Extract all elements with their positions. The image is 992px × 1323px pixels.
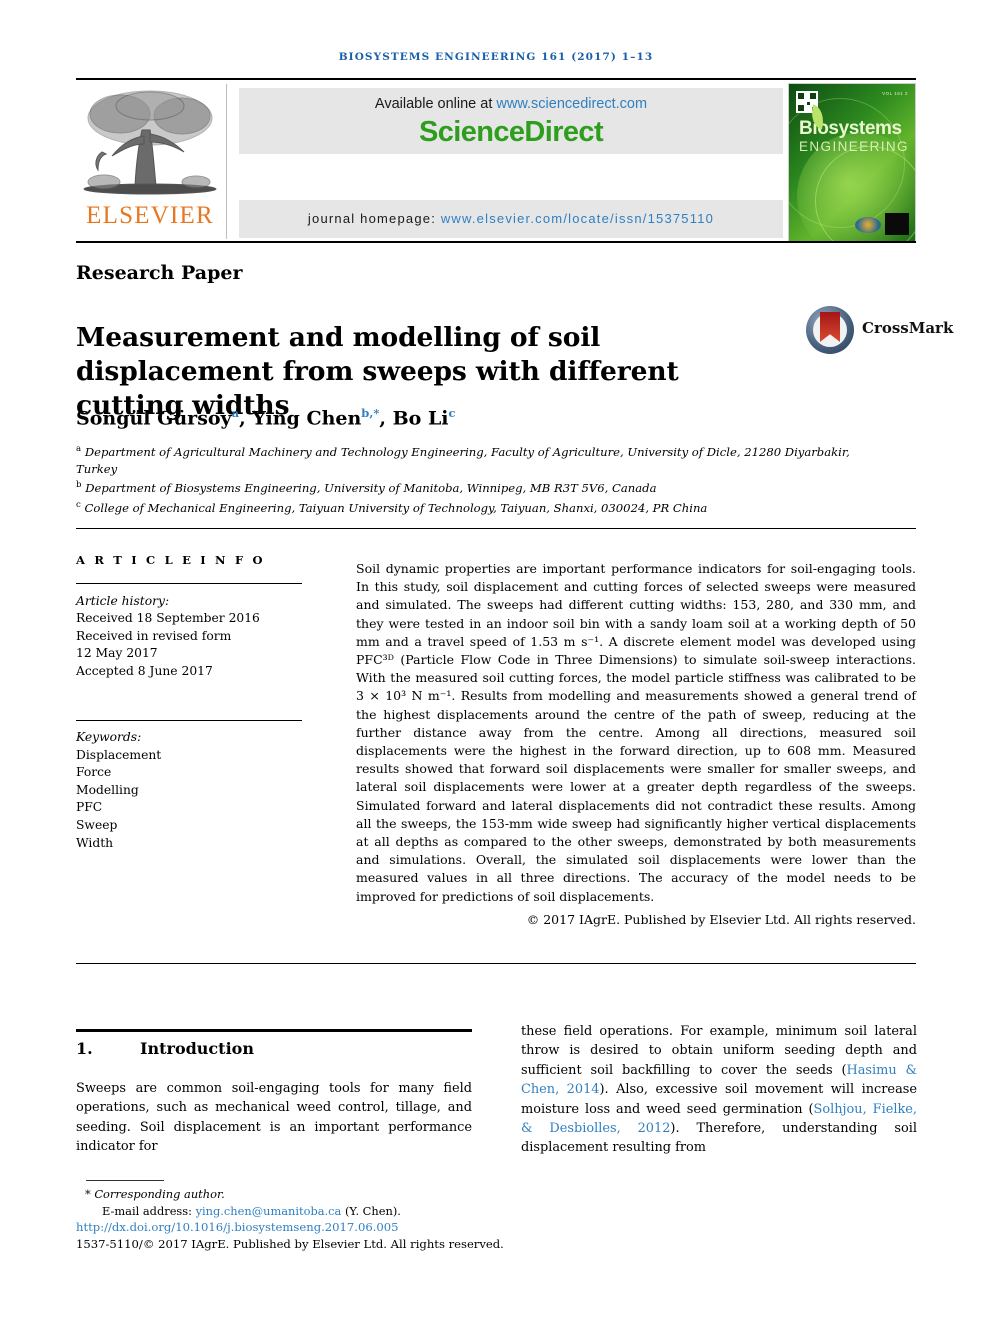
sciencedirect-wordmark: ScienceDirect — [418, 116, 604, 148]
crossmark-circle-icon — [806, 306, 854, 354]
elsevier-logo: ELSEVIER — [76, 84, 224, 239]
running-head: BIOSYSTEMS ENGINEERING 161 (2017) 1–13 — [338, 51, 654, 63]
journal-cover-image: VOL 161 2 Biosystems ENGINEERING — [788, 83, 916, 242]
masthead-divider — [226, 84, 227, 239]
article-history-item: Accepted 8 June 2017 — [76, 663, 213, 678]
cover-publisher-mark — [855, 217, 881, 233]
sciencedirect-banner: Available online at www.sciencedirect.co… — [239, 88, 783, 154]
journal-homepage-link[interactable]: www.elsevier.com/locate/issn/15375110 — [441, 211, 714, 226]
asterisk-icon: * — [85, 1187, 95, 1201]
section-number: 1. — [76, 1039, 93, 1058]
affiliation-text: Department of Biosystems Engineering, Un… — [85, 481, 657, 496]
article-history-label: Article history: — [76, 594, 170, 608]
article-info-rule-2 — [76, 720, 302, 721]
email-suffix: (Y. Chen). — [341, 1203, 401, 1218]
journal-homepage-label: journal homepage: — [307, 211, 441, 226]
affiliation-text: College of Mechanical Engineering, Taiyu… — [84, 500, 708, 515]
article-info-top-rule — [76, 528, 916, 529]
affiliation-text: Department of Agricultural Machinery and… — [76, 444, 850, 476]
article-info-bottom-rule — [76, 963, 916, 964]
affiliation-item: a Department of Agricultural Machinery a… — [76, 441, 856, 477]
keyword-item: Sweep — [76, 817, 118, 832]
affiliation-list: a Department of Agricultural Machinery a… — [76, 441, 856, 517]
sciencedirect-logo[interactable]: ScienceDirect — [239, 116, 783, 149]
elsevier-tree-icon — [83, 90, 217, 195]
keyword-list: Keywords: Displacement Force Modelling P… — [76, 729, 326, 852]
journal-homepage-line: journal homepage: www.elsevier.com/locat… — [239, 211, 783, 226]
available-online-line: Available online at www.sciencedirect.co… — [239, 96, 783, 112]
author-list: Songül Gürsoya, Ying Chenb,*, Bo Lic — [76, 406, 456, 429]
journal-homepage-banner: journal homepage: www.elsevier.com/locat… — [239, 200, 783, 238]
article-history-item: Received 18 September 2016 — [76, 611, 260, 626]
email-link[interactable]: ying.chen@umanitoba.ca — [196, 1204, 342, 1218]
corresponding-author-note: * Corresponding author. — [76, 1186, 516, 1203]
author-separator: , — [239, 407, 253, 430]
section-title: Introduction — [140, 1039, 254, 1058]
keyword-item: Displacement — [76, 747, 162, 762]
author-name: Bo Li — [392, 407, 449, 430]
keywords-label: Keywords: — [76, 730, 142, 744]
corresponding-author-text: Corresponding author. — [94, 1187, 225, 1201]
paper-page: BIOSYSTEMS ENGINEERING 161 (2017) 1–13 E… — [0, 0, 992, 1323]
cover-title: Biosystems ENGINEERING — [799, 104, 909, 154]
body-column-right: these field operations. For example, min… — [521, 1022, 917, 1158]
affiliation-mark: b — [76, 480, 82, 491]
sciencedirect-url-link[interactable]: www.sciencedirect.com — [496, 96, 647, 112]
crossmark-badge[interactable]: CrossMark — [806, 305, 953, 357]
email-label: E-mail address: — [102, 1203, 196, 1218]
article-type-label: Research Paper — [76, 262, 243, 284]
email-note: E-mail address: ying.chen@umanitoba.ca (… — [76, 1203, 516, 1220]
cover-volume-text: VOL 161 2 — [882, 91, 908, 96]
author-affiliation-mark: a — [231, 406, 240, 420]
cover-society-badge — [885, 213, 909, 235]
author-name: Ying Chen — [252, 407, 362, 430]
affiliation-mark: a — [76, 444, 82, 454]
section-heading: 1. Introduction — [76, 1039, 472, 1058]
affiliation-item: b Department of Biosystems Engineering, … — [76, 477, 856, 497]
masthead-bottom-rule — [76, 241, 916, 243]
affiliation-mark: c — [76, 500, 81, 511]
author-affiliation-mark: b,* — [361, 406, 380, 420]
available-online-label: Available online at — [374, 96, 497, 112]
article-info-rule-1 — [76, 583, 302, 584]
journal-masthead: ELSEVIER Available online at www.science… — [76, 78, 916, 242]
keyword-item: PFC — [76, 800, 103, 815]
keyword-item: Force — [76, 765, 112, 780]
author-separator: , — [379, 407, 393, 430]
article-info-heading: A R T I C L E I N F O — [76, 553, 266, 567]
crossmark-label: CrossMark — [862, 319, 954, 337]
footnote-rule — [86, 1180, 164, 1181]
elsevier-wordmark: ELSEVIER — [86, 202, 214, 229]
article-history-item: Received in revised form — [76, 628, 232, 643]
keyword-item: Width — [76, 835, 114, 850]
doi-link[interactable]: http://dx.doi.org/10.1016/j.biosystemsen… — [76, 1219, 516, 1236]
footnote-block: * Corresponding author. E-mail address: … — [76, 1186, 516, 1252]
author-affiliation-mark: c — [448, 406, 456, 420]
abstract-text: Soil dynamic properties are important pe… — [356, 561, 916, 904]
keyword-item: Modelling — [76, 782, 139, 797]
author-name: Songül Gürsoy — [76, 407, 232, 430]
article-history: Article history: Received 18 September 2… — [76, 593, 326, 680]
affiliation-item: c College of Mechanical Engineering, Tai… — [76, 497, 856, 517]
article-history-item: 12 May 2017 — [76, 646, 158, 661]
issn-copyright-line: 1537-5110/© 2017 IAgrE. Published by Els… — [76, 1236, 504, 1251]
body-column-left: Sweeps are common soil-engaging tools fo… — [76, 1081, 472, 1155]
cover-title-line2: ENGINEERING — [799, 139, 909, 154]
section-heading-rule — [76, 1029, 472, 1032]
abstract-copyright: © 2017 IAgrE. Published by Elsevier Ltd.… — [526, 912, 916, 927]
